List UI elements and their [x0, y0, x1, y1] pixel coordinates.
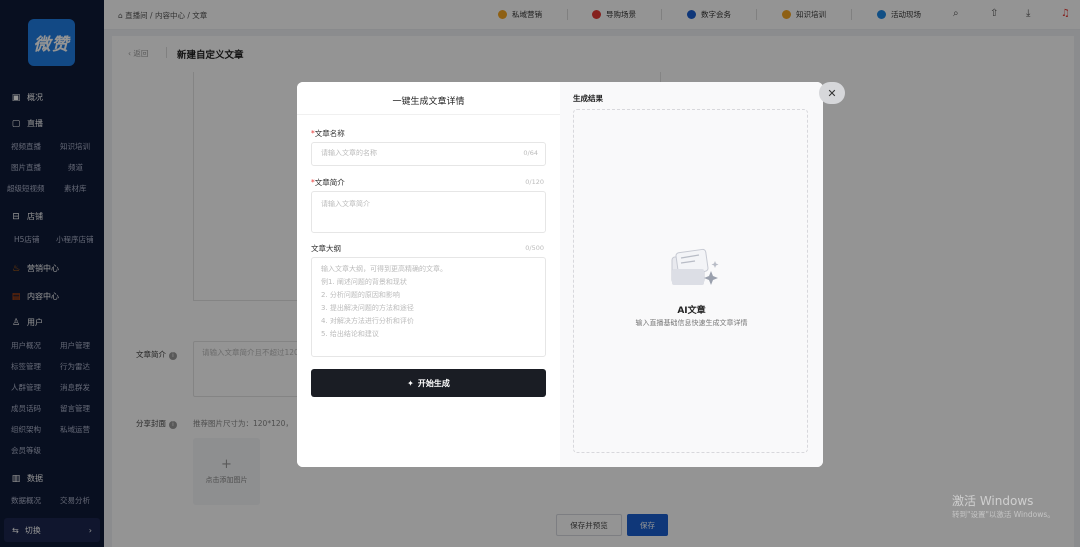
article-name-input[interactable]: 请输入文章的名称 0/64 [311, 142, 546, 166]
start-generate-button[interactable]: ✦ 开始生成 [311, 369, 546, 397]
intro-label: *文章简介 [311, 177, 345, 188]
name-label-text: 文章名称 [314, 129, 345, 138]
close-modal-button[interactable]: ✕ [819, 82, 845, 104]
ai-article-title: AI文章 [677, 306, 706, 316]
intro-label-text: 文章简介 [314, 178, 345, 187]
windows-watermark: 激活 Windows [952, 494, 1034, 508]
ai-article-subtitle: 输入直播基础信息快速生成文章详情 [635, 319, 748, 327]
modal-form-panel: 一键生成文章详情 *文章名称 请输入文章的名称 0/64 *文章简介 0/120… [297, 82, 560, 467]
windows-watermark-sub: 转到"设置"以激活 Windows。 [952, 510, 1055, 519]
outline-label: 文章大纲 [311, 244, 341, 253]
char-count: 0/500 [525, 244, 544, 252]
outline-line: 4. 对解决方法进行分析和评价 [321, 317, 414, 325]
ai-article-icon [671, 248, 719, 285]
outline-line: 例1. 阐述问题的背景和现状 [321, 278, 407, 286]
start-generate-label: 开始生成 [417, 378, 450, 388]
generate-article-modal: 一键生成文章详情 *文章名称 请输入文章的名称 0/64 *文章简介 0/120… [297, 82, 823, 467]
placeholder: 请输入文章的名称 [321, 149, 377, 157]
char-count: 0/64 [523, 149, 538, 157]
char-count: 0/120 [525, 178, 544, 186]
outline-line: 5. 给出结论和建议 [321, 330, 379, 338]
outline-line: 输入文章大纲，可得到更高精确的文章。 [321, 265, 447, 273]
article-intro-input[interactable]: 请输入文章简介 [311, 191, 546, 233]
close-icon: ✕ [827, 86, 837, 100]
modal-result-panel: 生成结果 AI文章 输入直播基础信息快速生成文章详情 [560, 82, 823, 467]
article-outline-input[interactable]: 输入文章大纲，可得到更高精确的文章。 例1. 阐述问题的背景和现状 2. 分析问… [311, 257, 546, 357]
result-area: AI文章 输入直播基础信息快速生成文章详情 [573, 109, 808, 453]
result-title: 生成结果 [573, 94, 603, 103]
outline-line: 3. 提出解决问题的方法和途径 [321, 304, 414, 312]
sparkle-icon: ✦ [407, 378, 414, 388]
modal-title: 一键生成文章详情 [392, 97, 465, 107]
name-label: *文章名称 [311, 128, 345, 139]
outline-line: 2. 分析问题的原因和影响 [321, 291, 400, 299]
divider [297, 114, 560, 115]
